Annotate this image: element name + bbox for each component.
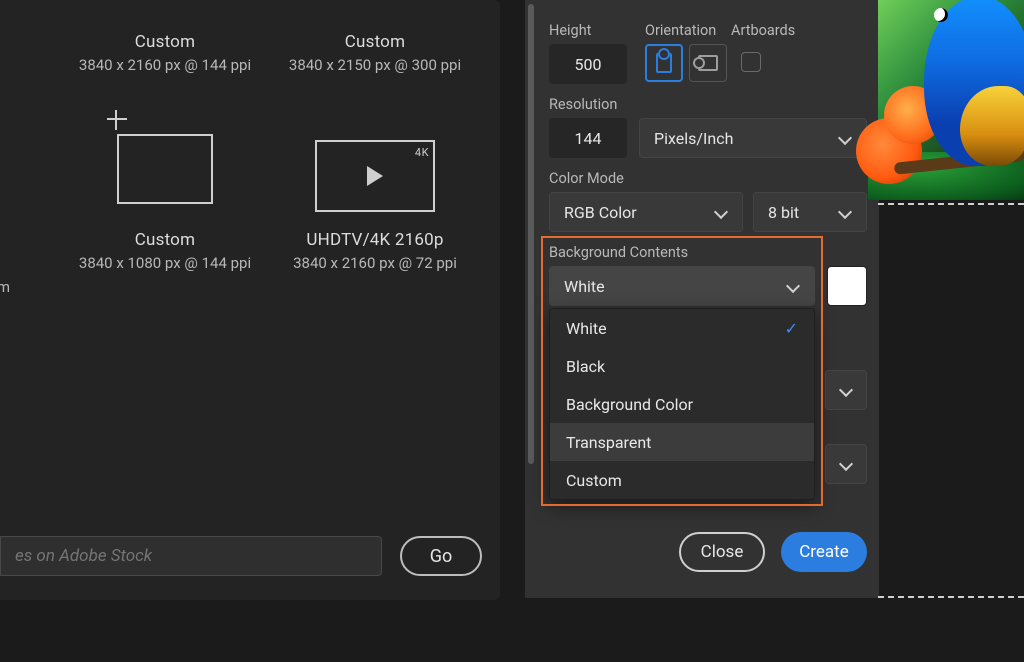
height-input[interactable]: 500: [549, 44, 627, 84]
height-label: Height: [549, 22, 591, 39]
bg-option-black[interactable]: Black: [550, 347, 814, 385]
bg-option-label: Black: [566, 357, 605, 376]
preset-label: Custom: [55, 230, 275, 250]
guide-line: [878, 596, 1024, 598]
preset-custom-3[interactable]: Custom 3840 x 1080 px @ 144 ppi: [55, 128, 275, 272]
orientation-label: Orientation: [645, 22, 716, 39]
resolution-input[interactable]: 144: [549, 118, 627, 158]
bg-option-label: Background Color: [566, 395, 693, 414]
chevron-down-icon: [786, 279, 800, 293]
preset-custom-2[interactable]: Custom 3840 x 2150 px @ 300 ppi: [265, 0, 485, 74]
preset-custom-1[interactable]: Custom 3840 x 2160 px @ 144 ppi: [55, 0, 275, 74]
preset-uhdtv-4k[interactable]: 4K UHDTV/4K 2160p 3840 x 2160 px @ 72 pp…: [265, 128, 485, 272]
new-doc-properties-panel: Height Orientation Artboards 500 Resolut…: [524, 0, 879, 598]
preset-label: Custom: [265, 32, 485, 52]
create-button[interactable]: Create: [781, 532, 867, 572]
preset-label: UHDTV/4K 2160p: [265, 230, 485, 250]
stock-search-input[interactable]: [0, 536, 382, 576]
bg-option-white[interactable]: White ✓: [550, 309, 814, 347]
check-icon: ✓: [785, 319, 798, 338]
advanced-select-2[interactable]: [825, 444, 867, 484]
guide-line: [878, 203, 1024, 205]
bg-option-label: Transparent: [566, 433, 651, 452]
artboards-checkbox[interactable]: [741, 52, 761, 72]
color-mode-select[interactable]: RGB Color: [549, 192, 743, 232]
chevron-down-icon: [839, 383, 853, 397]
background-photo: [878, 0, 1024, 200]
color-depth-select[interactable]: 8 bit: [753, 192, 867, 232]
artboards-label: Artboards: [731, 22, 795, 39]
preset-dims: 3840 x 2160 px @ 144 ppi: [55, 56, 275, 74]
resolution-unit-value: Pixels/Inch: [654, 129, 733, 148]
preset-left-hint-2: 0 ppcm: [0, 278, 10, 296]
background-color-swatch[interactable]: [827, 266, 867, 306]
landscape-icon: [698, 55, 718, 71]
resolution-label: Resolution: [549, 96, 617, 113]
color-mode-label: Color Mode: [549, 170, 624, 187]
preset-gallery: 0 ppi 0 ppcm Custom 3840 x 2160 px @ 144…: [0, 0, 500, 600]
background-contents-value: White: [564, 277, 605, 296]
bg-option-custom[interactable]: Custom: [550, 461, 814, 499]
preset-dims: 3840 x 2150 px @ 300 ppi: [265, 56, 485, 74]
color-depth-value: 8 bit: [768, 203, 799, 222]
background-contents-dropdown: White ✓ Black Background Color Transpare…: [549, 308, 815, 500]
bg-option-label: Custom: [566, 471, 622, 490]
video-4k-icon: 4K: [315, 140, 435, 212]
advanced-select-1[interactable]: [825, 370, 867, 410]
play-icon: [367, 166, 383, 186]
chevron-down-icon: [838, 131, 852, 145]
chevron-down-icon: [838, 205, 852, 219]
preset-dims: 3840 x 2160 px @ 72 ppi: [265, 254, 485, 272]
scrollbar-thumb[interactable]: [528, 4, 534, 464]
orientation-portrait-button[interactable]: [645, 44, 683, 82]
preset-dims: 3840 x 1080 px @ 144 ppi: [55, 254, 275, 272]
bg-option-transparent[interactable]: Transparent: [550, 423, 814, 461]
preset-label: Custom: [55, 32, 275, 52]
video-4k-tag: 4K: [415, 146, 429, 159]
close-button[interactable]: Close: [679, 532, 765, 572]
chevron-down-icon: [839, 457, 853, 471]
orientation-landscape-button[interactable]: [689, 44, 727, 82]
portrait-icon: [656, 53, 672, 73]
bg-option-label: White: [566, 319, 607, 338]
blank-doc-icon: [117, 134, 213, 204]
bg-option-background-color[interactable]: Background Color: [550, 385, 814, 423]
resolution-unit-select[interactable]: Pixels/Inch: [639, 118, 867, 158]
chevron-down-icon: [714, 205, 728, 219]
color-mode-value: RGB Color: [564, 203, 637, 222]
stock-go-button[interactable]: Go: [400, 536, 482, 576]
panel-scrollbar[interactable]: [525, 0, 537, 598]
background-contents-select[interactable]: White: [549, 266, 815, 306]
background-contents-label: Background Contents: [549, 244, 688, 261]
